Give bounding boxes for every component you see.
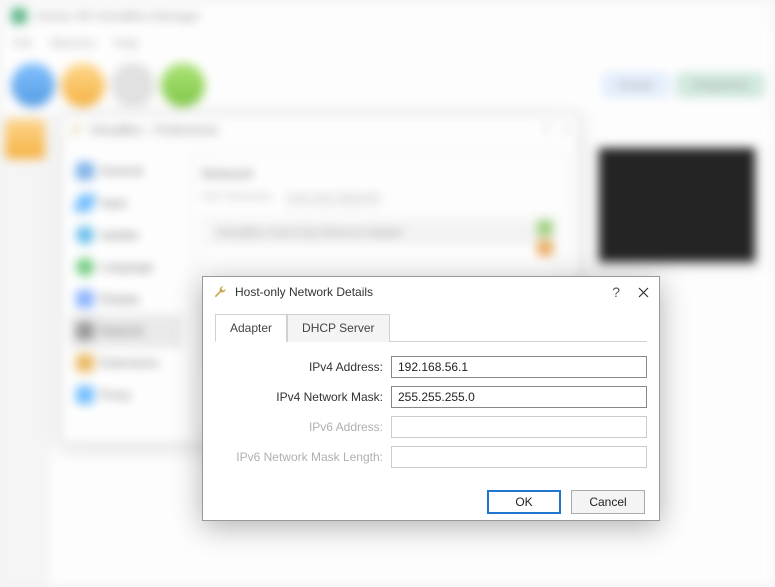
toolbar-new-icon[interactable]	[11, 63, 55, 107]
sidebar-item-input[interactable]: Input	[71, 187, 181, 219]
language-icon	[76, 258, 94, 276]
ipv6-len-label: IPv6 Network Mask Length:	[215, 450, 385, 464]
prefs-help-icon[interactable]: ?	[542, 122, 549, 137]
extensions-icon	[76, 354, 94, 372]
sidebar-item-display[interactable]: Display	[71, 283, 181, 315]
detail-titlebar: Host-only Network Details ?	[203, 277, 659, 307]
ipv6-address-label: IPv6 Address:	[215, 420, 385, 434]
wrench-icon	[69, 123, 83, 137]
sidebar-item-language[interactable]: Language	[71, 251, 181, 283]
close-icon[interactable]	[638, 287, 649, 298]
toolbar-settings-icon[interactable]	[61, 63, 105, 107]
sidebar-item-network[interactable]: Network	[71, 315, 181, 347]
network-icon	[76, 322, 94, 340]
sidebar-item-extensions[interactable]: Extensions	[71, 347, 181, 379]
ok-button[interactable]: OK	[487, 490, 561, 514]
detail-title: Host-only Network Details	[235, 285, 373, 299]
sidebar-item-general[interactable]: General	[71, 155, 181, 187]
vm-preview	[596, 145, 758, 265]
ipv4-address-input[interactable]	[391, 356, 647, 378]
host-only-network-details-dialog: Host-only Network Details ? Adapter DHCP…	[202, 276, 660, 521]
toolbar-start-icon[interactable]	[161, 63, 205, 107]
tab-adapter[interactable]: Adapter	[215, 314, 287, 342]
proxy-icon	[76, 386, 94, 404]
vm-list	[1, 115, 51, 586]
main-toolbar: Details Snapshots	[1, 55, 774, 115]
menu-file[interactable]: File	[13, 36, 32, 50]
prefs-tabs: NAT Networks Host-only Networks	[202, 191, 558, 205]
cancel-button[interactable]: Cancel	[571, 490, 645, 514]
sidebar-item-label: Network	[100, 324, 144, 338]
sidebar-item-label: Extensions	[100, 356, 159, 370]
general-icon	[76, 162, 94, 180]
ipv4-address-label: IPv4 Address:	[215, 360, 385, 374]
ipv4-mask-input[interactable]	[391, 386, 647, 408]
sidebar-item-update[interactable]: Update	[71, 219, 181, 251]
menu-help[interactable]: Help	[114, 36, 139, 50]
tab-dhcp-server[interactable]: DHCP Server	[287, 314, 389, 342]
wrench-icon	[213, 285, 227, 299]
main-menu[interactable]: File Machine Help	[1, 31, 774, 55]
ipv6-len-input	[391, 446, 647, 468]
ipv4-mask-label: IPv4 Network Mask:	[215, 390, 385, 404]
details-button[interactable]: Details	[603, 73, 670, 97]
detail-tabs: Adapter DHCP Server	[215, 313, 647, 342]
sidebar-item-label: Update	[100, 228, 139, 242]
sidebar-item-label: Proxy	[100, 388, 131, 402]
edit-adapter-icon[interactable]	[537, 240, 553, 256]
adapter-form: IPv4 Address: IPv4 Network Mask: IPv6 Ad…	[215, 356, 647, 468]
adapter-row[interactable]: VirtualBox Host-Only Ethernet Adapter	[209, 222, 551, 244]
menu-machine[interactable]: Machine	[50, 36, 95, 50]
vm-list-item[interactable]	[5, 119, 45, 159]
tab-hostonly-networks[interactable]: Host-only Networks	[286, 191, 381, 205]
prefs-titlebar: VirtualBox - Preferences ? ×	[61, 115, 579, 145]
button-row: OK Cancel	[203, 480, 659, 526]
prefs-title: VirtualBox - Preferences	[89, 123, 219, 137]
main-title: Oracle VM VirtualBox Manager	[35, 9, 200, 23]
sidebar-item-label: Input	[100, 196, 127, 210]
detail-body: Adapter DHCP Server IPv4 Address: IPv4 N…	[203, 307, 659, 480]
prefs-heading: Network	[202, 166, 558, 181]
add-adapter-icon[interactable]	[537, 220, 553, 236]
prefs-close-icon[interactable]: ×	[563, 122, 571, 137]
prefs-sidebar: General Input Update Language Display Ne…	[71, 155, 181, 433]
app-icon	[11, 8, 27, 24]
main-titlebar: Oracle VM VirtualBox Manager	[1, 1, 774, 31]
display-icon	[76, 290, 94, 308]
sidebar-item-label: Display	[100, 292, 139, 306]
ipv6-address-input	[391, 416, 647, 438]
update-icon	[76, 226, 94, 244]
tab-nat-networks[interactable]: NAT Networks	[202, 191, 272, 205]
sidebar-item-label: General	[100, 164, 143, 178]
sidebar-item-proxy[interactable]: Proxy	[71, 379, 181, 411]
snapshots-button[interactable]: Snapshots	[677, 73, 764, 97]
help-icon[interactable]: ?	[612, 284, 620, 300]
input-icon	[73, 194, 98, 212]
sidebar-item-label: Language	[100, 260, 153, 274]
toolbar-discard-icon[interactable]	[111, 63, 155, 107]
